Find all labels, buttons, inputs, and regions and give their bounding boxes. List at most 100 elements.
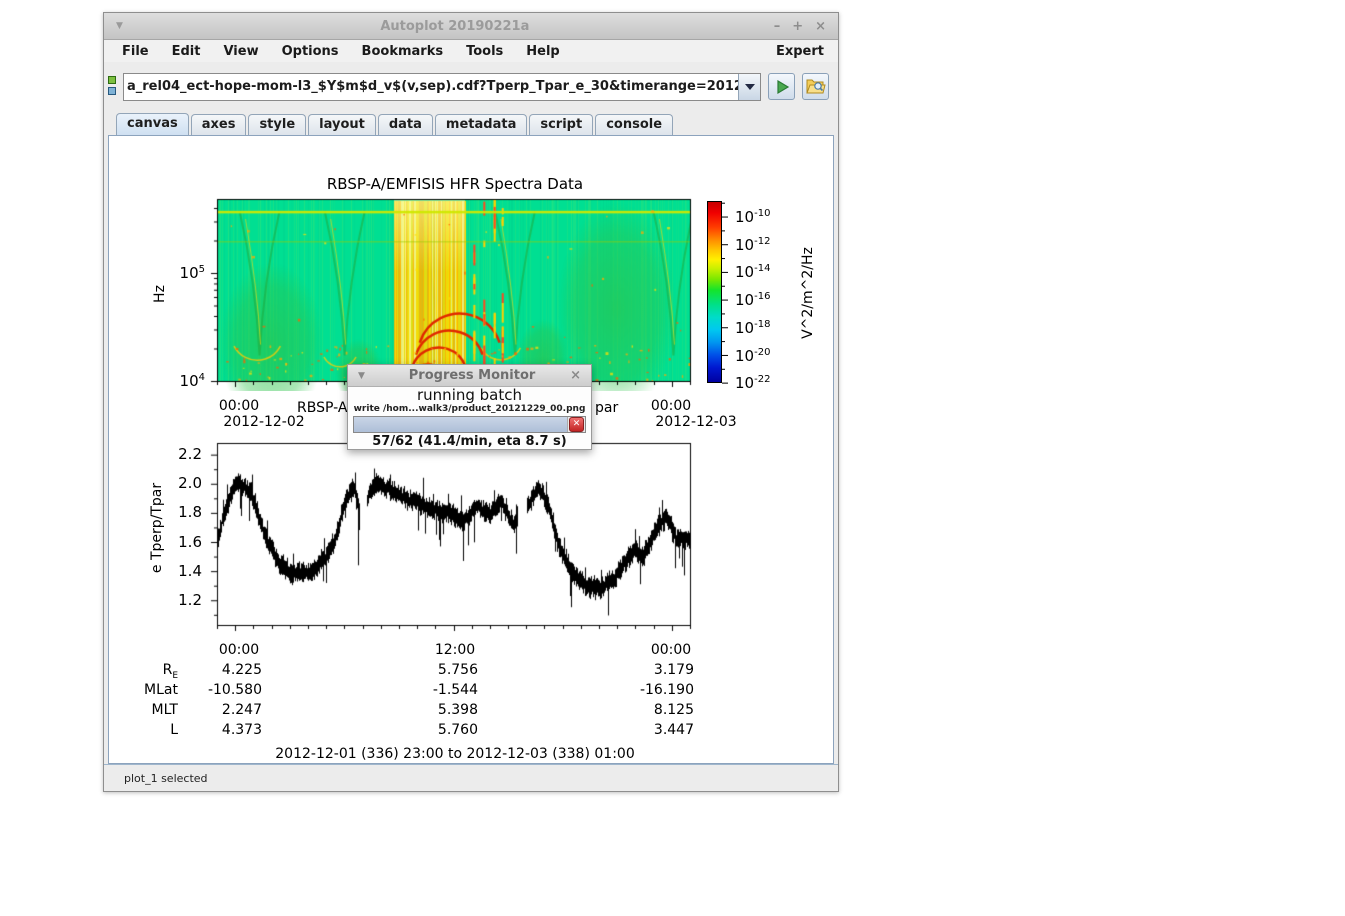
autoplot-window: ▼ Autoplot 20190221a – + × File Edit View O… [103,12,839,792]
chevron-down-icon [745,84,755,90]
ephemeris-value: 8.125 [604,702,694,718]
ephemeris-value: 5.756 [388,662,478,678]
tab-canvas[interactable]: canvas [116,113,189,135]
ephemeris-value: 4.373 [172,722,262,738]
progress-status-label: 57/62 (41.4/min, eta 8.7 s) [348,434,591,450]
colorbar-label: V^2/m^2/Hz [800,247,816,339]
ephemeris-row-label: MLT [118,702,178,718]
window-menu-arrow-icon[interactable]: ▼ [116,21,136,31]
colorbar-tick-label: 10-14 [735,263,770,281]
ephemeris-value: -1.544 [388,682,478,698]
menu-item-help[interactable]: Help [518,43,567,60]
colorbar-tick-label: 10-10 [735,208,770,226]
plot2-title-fragment-right: par [595,400,618,416]
plot1-xdate-left: 2012-12-02 [223,414,304,430]
browse-button[interactable] [802,73,829,100]
plot2-xtick-label: 00:00 [651,642,691,658]
uri-input[interactable]: a_rel04_ect-hope-mom-l3_$Y$m$d_v$(v,sep)… [124,74,738,100]
datasource-blue-square-icon [108,87,116,95]
progress-detail-label: write /hom...walk3/product_20121229_00.p… [348,404,591,415]
menu-items: File Edit View Options Bookmarks Tools Help [114,43,575,60]
close-icon[interactable]: × [815,19,826,34]
tab-style[interactable]: style [248,114,306,135]
tab-metadata[interactable]: metadata [435,114,527,135]
menubar: File Edit View Options Bookmarks Tools Help Ex… [104,40,838,62]
progress-dialog-menu-arrow-icon[interactable]: ▼ [358,371,374,381]
statusbar: plot_1 selected [104,764,838,791]
progress-monitor-dialog: ▼ Progress Monitor × running batch write… [347,364,592,450]
plot2-xtick-label: 00:00 [219,642,259,658]
play-icon [773,78,791,96]
plot2-ytick-label: 1.8 [166,503,202,521]
colorbar-tick-label: 10-12 [735,236,770,254]
plot2-ytick-label: 2.0 [166,474,202,492]
ephemeris-value: -10.580 [172,682,262,698]
maximize-icon[interactable]: + [792,19,803,34]
ephemeris-row-label: L [118,722,178,738]
colorbar-ticks [722,200,732,386]
timerange-footer: 2012-12-01 (336) 23:00 to 2012-12-03 (33… [275,746,634,762]
ephemeris-value: 3.447 [604,722,694,738]
menu-item-options[interactable]: Options [274,43,347,60]
progress-dialog-titlebar[interactable]: ▼ Progress Monitor × [348,365,591,387]
ephemeris-value: 4.225 [172,662,262,678]
plot1-xtick-right: 00:00 [651,398,691,414]
progress-task-label: running batch [348,387,591,404]
ephemeris-value: -16.190 [604,682,694,698]
tab-console[interactable]: console [595,114,673,135]
progress-stop-button[interactable]: ✕ [567,417,585,432]
tab-data[interactable]: data [378,114,433,135]
progress-dialog-title: Progress Monitor [374,368,570,383]
datasource-green-square-icon [108,76,116,84]
colorbar-tick-label: 10-16 [735,291,770,309]
plot2-ytick-label: 2.2 [166,445,202,463]
menu-item-edit[interactable]: Edit [164,43,209,60]
tab-script[interactable]: script [529,114,593,135]
menu-item-tools[interactable]: Tools [458,43,511,60]
plot2-ytick-label: 1.4 [166,562,202,580]
statusbar-text: plot_1 selected [124,772,208,785]
menu-item-view[interactable]: View [215,43,266,60]
go-button[interactable] [768,73,795,100]
ephemeris-value: 5.398 [388,702,478,718]
spectrogram-plot[interactable] [207,189,700,391]
stop-x-icon: ✕ [569,417,584,432]
plot1-ytick-1e5: 105 [167,264,205,282]
plot2-ylabel: e Tperp/Tpar [149,483,165,573]
folder-search-icon [806,78,826,96]
plot1-xdate-right: 2012-12-03 [655,414,736,430]
colorbar-tick-label: 10-22 [735,374,770,392]
plot2-ytick-label: 1.6 [166,533,202,551]
plot2-title-fragment-left: RBSP-A [297,400,347,416]
plot2-xtick-label: 12:00 [435,642,475,658]
minimize-icon[interactable]: – [774,19,781,34]
plot1-ytick-1e4: 104 [167,372,205,390]
tab-layout[interactable]: layout [308,114,376,135]
window-titlebar[interactable]: ▼ Autoplot 20190221a – + × [104,13,838,40]
ephemeris-value: 3.179 [604,662,694,678]
line-plot[interactable] [207,433,700,635]
plot1-xtick-left: 00:00 [219,398,259,414]
ephemeris-row-label: RE [118,662,178,681]
expert-mode-label[interactable]: Expert [772,43,828,60]
ephemeris-value: 5.760 [388,722,478,738]
progress-dialog-close-icon[interactable]: × [570,368,581,383]
uri-combobox[interactable]: a_rel04_ect-hope-mom-l3_$Y$m$d_v$(v,sep)… [123,73,761,101]
desktop: ▼ Autoplot 20190221a – + × File Edit View O… [0,0,1345,916]
ephemeris-value: 2.247 [172,702,262,718]
plot1-ylabel: Hz [152,285,168,303]
menu-item-bookmarks[interactable]: Bookmarks [354,43,452,60]
colorbar[interactable] [707,201,722,383]
menu-item-file[interactable]: File [114,43,157,60]
datasource-icon [108,76,120,98]
uri-dropdown-button[interactable] [738,74,760,100]
colorbar-tick-label: 10-20 [735,347,770,365]
uri-toolbar: a_rel04_ect-hope-mom-l3_$Y$m$d_v$(v,sep)… [104,62,838,111]
progress-bar-fill [354,417,567,432]
tabstrip: canvasaxesstylelayoutdatametadatascriptc… [104,111,838,135]
progress-bar: ✕ [353,416,586,433]
window-title: Autoplot 20190221a [136,19,774,34]
colorbar-tick-label: 10-18 [735,319,770,337]
tab-axes[interactable]: axes [191,114,247,135]
plot-canvas-panel: RBSP-A/EMFISIS HFR Spectra Data Hz 105 1… [108,135,834,764]
